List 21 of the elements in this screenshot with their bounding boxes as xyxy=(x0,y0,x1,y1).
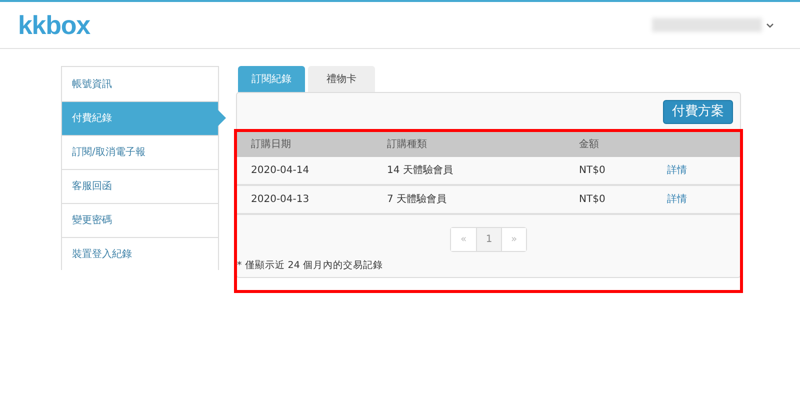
sidebar-item[interactable]: 付費紀錄 xyxy=(62,101,218,135)
table-cell-text: NT$0 xyxy=(579,164,606,178)
footnote: * 僅顯示近 24 個月內的交易記錄 xyxy=(237,261,384,270)
table-cell-text: 2020-04-14 xyxy=(250,164,310,178)
tab[interactable]: 訂閱紀錄 xyxy=(238,66,305,92)
column-header: 訂購日期 xyxy=(250,138,292,152)
table-cell-text: 7 天體驗會員 xyxy=(387,192,448,207)
table-cell-text: NT$0 xyxy=(579,193,606,207)
page-button[interactable]: 1 xyxy=(476,228,501,251)
column-header: 訂購種類 xyxy=(387,138,428,152)
details-link[interactable]: 詳情 xyxy=(667,163,737,178)
pointer-arrow xyxy=(218,110,226,126)
plan-button[interactable]: 付費方案 xyxy=(663,100,733,124)
details-link[interactable]: 詳情 xyxy=(667,192,737,207)
tab[interactable]: 禮物卡 xyxy=(308,66,375,92)
sidebar-item[interactable]: 裝置登入紀錄 xyxy=(62,237,218,271)
table-cell-text: 14 天體驗會員 xyxy=(387,164,454,178)
column-header: 金額 xyxy=(579,138,600,152)
table-cell-text: 2020-04-13 xyxy=(250,193,310,207)
caret-icon[interactable] xyxy=(766,22,774,28)
kkbox-logo[interactable]: kkbox xyxy=(18,12,90,38)
